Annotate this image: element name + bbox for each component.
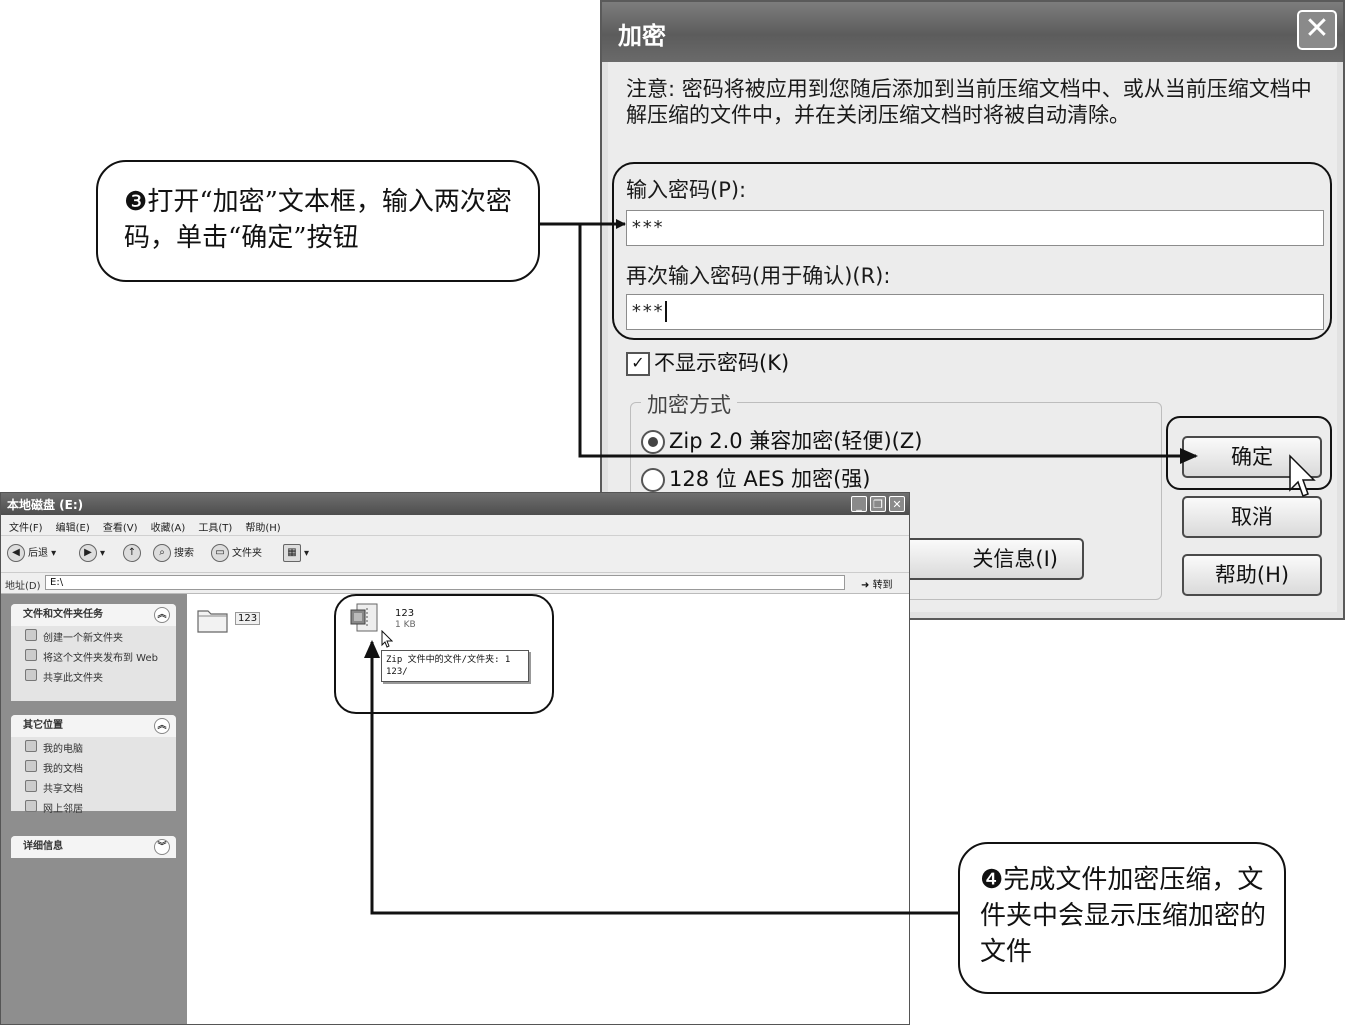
go-arrow-icon: ➜ [861,580,873,591]
menu-help[interactable]: 帮助(H) [245,519,280,534]
folders-icon: ▭ [211,544,229,562]
step-4-text: 完成文件加密压缩，文件夹中会显示压缩加密的文件 [980,865,1267,967]
forward-arrow-icon: ▶ [79,544,97,562]
place-my-computer-label: 我的电脑 [43,744,83,755]
place-shared-documents-label: 共享文档 [43,784,83,795]
shared-documents-icon [25,780,37,792]
search-icon: ⌕ [153,544,171,562]
file-tasks-title: 文件和文件夹任务 [23,609,103,620]
new-folder-icon [25,629,37,641]
publish-web-icon [25,649,37,661]
details-panel: 详细信息 ︾ [11,836,176,858]
hide-password-label: 不显示密码(K) [654,351,790,375]
menu-edit[interactable]: 编辑(E) [56,519,90,534]
step-3-text: 打开“加密”文本框，输入两次密码，单击“确定”按钮 [124,187,512,253]
details-title: 详细信息 [23,841,63,852]
step-3-number: ❸ [124,187,148,217]
info-button[interactable]: 关信息(I) [898,538,1084,580]
up-folder-icon: ↑ [123,544,141,562]
task-publish-web-label: 将这个文件夹发布到 Web [43,653,158,664]
radio-zip-label: Zip 2.0 兼容加密(轻便)(Z) [669,429,923,453]
restore-icon[interactable]: ❐ [870,496,886,512]
close-icon[interactable]: ✕ [1297,10,1337,50]
dialog-titlebar: 加密 ✕ [602,2,1343,62]
place-shared-documents[interactable]: 共享文档 [11,777,176,797]
explorer-titlebar: 本地磁盘 (E:) _ ❐ ✕ [1,493,909,515]
task-pane: 文件和文件夹任务 ︽ 创建一个新文件夹 将这个文件夹发布到 Web 共享此文件夹 … [1,594,187,1024]
place-my-documents[interactable]: 我的文档 [11,757,176,777]
step-3-callout: ❸打开“加密”文本框，输入两次密码，单击“确定”按钮 [96,160,540,282]
file-tasks-panel: 文件和文件夹任务 ︽ 创建一个新文件夹 将这个文件夹发布到 Web 共享此文件夹 [11,604,176,701]
expand-icon[interactable]: ︾ [154,839,170,855]
menu-bar: 文件(F) 编辑(E) 查看(V) 收藏(A) 工具(T) 帮助(H) [1,515,909,536]
radio-unselected-icon[interactable] [641,468,665,492]
task-new-folder[interactable]: 创建一个新文件夹 [11,626,176,646]
place-network-label: 网上邻居 [43,804,83,815]
back-arrow-icon: ◀ [7,544,25,562]
details-header[interactable]: 详细信息 ︾ [11,836,176,858]
menu-view[interactable]: 查看(V) [103,519,138,534]
help-button[interactable]: 帮助(H) [1182,554,1322,596]
back-label: 后退 [28,548,48,559]
menu-tools[interactable]: 工具(T) [198,519,232,534]
task-publish-web[interactable]: 将这个文件夹发布到 Web [11,646,176,666]
share-folder-icon [25,669,37,681]
other-places-header[interactable]: 其它位置 ︽ [11,715,176,737]
folders-label: 文件夹 [232,548,262,559]
place-my-computer[interactable]: 我的电脑 [11,737,176,757]
folders-button[interactable]: ▭ 文件夹 [211,544,262,562]
radio-zip-encryption[interactable]: Zip 2.0 兼容加密(轻便)(Z) [641,425,922,455]
place-my-documents-label: 我的文档 [43,764,83,775]
task-share-folder-label: 共享此文件夹 [43,673,103,684]
hide-password-option[interactable]: ✓ 不显示密码(K) [626,347,789,377]
folder-name[interactable]: 123 [235,612,261,625]
collapse-icon[interactable]: ︽ [154,607,170,623]
radio-aes-label: 128 位 AES 加密(强) [669,467,871,491]
encryption-method-label: 加密方式 [641,389,737,419]
back-button[interactable]: ◀ 后退 ▾ [7,544,56,562]
network-icon [25,800,37,812]
up-folder-button[interactable]: ↑ [123,544,144,562]
menu-favorites[interactable]: 收藏(A) [151,519,186,534]
forward-button[interactable]: ▶ ▾ [79,544,105,562]
zip-file-highlight [334,594,554,714]
radio-aes-encryption[interactable]: 128 位 AES 加密(强) [641,463,870,493]
views-icon: ▦ [283,544,301,562]
other-places-panel: 其它位置 ︽ 我的电脑 我的文档 共享文档 网上邻居 [11,715,176,815]
go-label: 转到 [872,580,893,591]
cancel-button[interactable]: 取消 [1182,496,1322,538]
close-icon[interactable]: ✕ [889,496,905,512]
password-fields-highlight [612,162,1332,340]
file-tasks-header[interactable]: 文件和文件夹任务 ︽ [11,604,176,626]
go-button[interactable]: ➜ 转到 [861,576,893,591]
toolbar: ◀ 后退 ▾ ▶ ▾ ↑ ⌕ 搜索 ▭ 文件夹 ▦ ▾ [1,536,909,573]
address-bar: 地址(D) E:\ ➜ 转到 [1,573,909,594]
checkbox-checked-icon[interactable]: ✓ [626,352,650,376]
radio-selected-icon[interactable] [641,430,665,454]
explorer-title: 本地磁盘 (E:) [7,498,84,512]
ok-button-highlight [1166,416,1332,490]
menu-file[interactable]: 文件(F) [9,519,43,534]
task-share-folder[interactable]: 共享此文件夹 [11,666,176,686]
minimize-icon[interactable]: _ [851,496,867,512]
folder-icon[interactable] [197,606,229,634]
views-button[interactable]: ▦ ▾ [283,544,309,562]
place-network[interactable]: 网上邻居 [11,797,176,817]
documents-icon [25,760,37,772]
computer-icon [25,740,37,752]
step-4-number: ❹ [980,865,1004,895]
address-label: 地址(D) [5,581,41,592]
search-label: 搜索 [174,548,194,559]
address-input[interactable]: E:\ [45,575,845,590]
dialog-note: 注意: 密码将被应用到您随后添加到当前压缩文档中、或从当前压缩文档中解压缩的文件… [626,77,1312,127]
dialog-title: 加密 [618,22,666,50]
task-new-folder-label: 创建一个新文件夹 [43,633,123,644]
collapse-icon[interactable]: ︽ [154,718,170,734]
step-4-callout: ❹完成文件加密压缩，文件夹中会显示压缩加密的文件 [958,842,1286,994]
other-places-title: 其它位置 [23,720,63,731]
explorer-window: 本地磁盘 (E:) _ ❐ ✕ 文件(F) 编辑(E) 查看(V) 收藏(A) … [0,492,910,1025]
search-button[interactable]: ⌕ 搜索 [153,544,194,562]
